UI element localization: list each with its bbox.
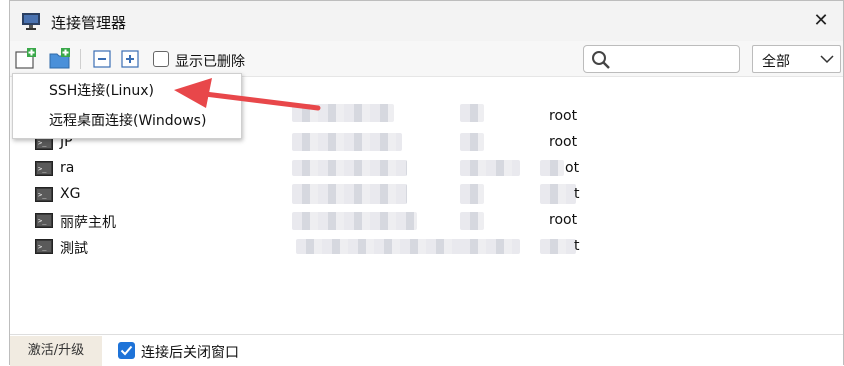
redacted-host — [292, 133, 402, 151]
redacted-user-part — [540, 184, 576, 204]
menu-item-ssh-linux[interactable]: SSH连接(Linux) — [13, 77, 241, 105]
redacted-port — [460, 160, 520, 176]
toolbar-separator — [80, 49, 81, 69]
title-bar: 连接管理器 ✕ — [10, 1, 843, 41]
list-item[interactable]: >_ XG t — [10, 184, 830, 206]
new-connection-icon[interactable] — [15, 48, 37, 70]
terminal-icon: >_ — [35, 213, 53, 228]
connection-user: t — [574, 238, 580, 254]
collapse-all-icon[interactable] — [91, 48, 113, 70]
show-deleted-checkbox[interactable] — [153, 51, 169, 67]
terminal-icon: >_ — [35, 161, 53, 176]
list-item[interactable]: >_ ra ot — [10, 158, 830, 180]
redacted-port — [460, 104, 484, 122]
redacted-port — [460, 239, 520, 254]
chevron-down-icon — [820, 55, 834, 64]
new-connection-menu: SSH连接(Linux) 远程桌面连接(Windows) — [12, 73, 242, 139]
redacted-port — [460, 212, 484, 230]
terminal-icon: >_ — [35, 187, 53, 202]
connection-user: root — [549, 134, 578, 150]
filter-select[interactable]: 全部 — [752, 45, 841, 73]
redacted-host — [296, 239, 471, 254]
show-deleted-label: 显示已删除 — [175, 54, 245, 70]
svg-text:>_: >_ — [38, 243, 47, 251]
redacted-host — [292, 212, 417, 230]
menu-item-rdp-windows[interactable]: 远程桌面连接(Windows) — [13, 107, 241, 135]
redacted-user-part — [540, 160, 564, 176]
window-title: 连接管理器 — [51, 14, 127, 32]
connection-user: t — [574, 186, 580, 202]
connection-manager-window: 连接管理器 ✕ 显示已删除 全部 root >_ JP root >_ ra o… — [9, 0, 844, 366]
connection-user: root — [549, 212, 578, 228]
connection-user: root — [549, 108, 578, 124]
svg-text:>_: >_ — [38, 191, 47, 199]
svg-text:>_: >_ — [38, 217, 47, 225]
svg-text:>_: >_ — [38, 165, 47, 173]
search-input[interactable] — [614, 49, 734, 69]
connection-name: XG — [60, 186, 81, 202]
connection-user: ot — [565, 160, 580, 176]
list-item[interactable]: >_ 測試 t — [10, 236, 830, 258]
search-box[interactable] — [583, 45, 740, 73]
checkmark-icon — [120, 345, 133, 356]
redacted-user-part — [540, 239, 576, 254]
close-button[interactable]: ✕ — [809, 9, 833, 33]
terminal-icon: >_ — [35, 239, 53, 254]
new-folder-icon[interactable] — [49, 48, 71, 70]
connection-name: 丽萨主机 — [60, 215, 116, 231]
redacted-host — [292, 104, 394, 122]
redacted-port — [460, 184, 484, 204]
redacted-port — [460, 133, 484, 151]
toolbar: 显示已删除 全部 — [10, 41, 843, 77]
close-after-connect-label: 连接后关闭窗口 — [141, 345, 239, 361]
close-after-connect-checkbox[interactable] — [118, 342, 135, 359]
list-item[interactable]: >_ 丽萨主机 root — [10, 210, 830, 232]
activate-upgrade-button[interactable]: 激活/升级 — [10, 336, 102, 366]
connection-name: ra — [60, 160, 75, 176]
monitor-app-icon — [22, 13, 40, 30]
connection-name: 測試 — [60, 241, 88, 257]
redacted-host — [292, 160, 407, 176]
expand-all-icon[interactable] — [119, 48, 141, 70]
svg-text:>_: >_ — [38, 139, 47, 147]
filter-selected-value: 全部 — [762, 54, 790, 70]
search-icon — [592, 51, 610, 69]
redacted-host — [292, 184, 407, 204]
status-bar: 激活/升级 连接后关闭窗口 — [10, 334, 843, 366]
